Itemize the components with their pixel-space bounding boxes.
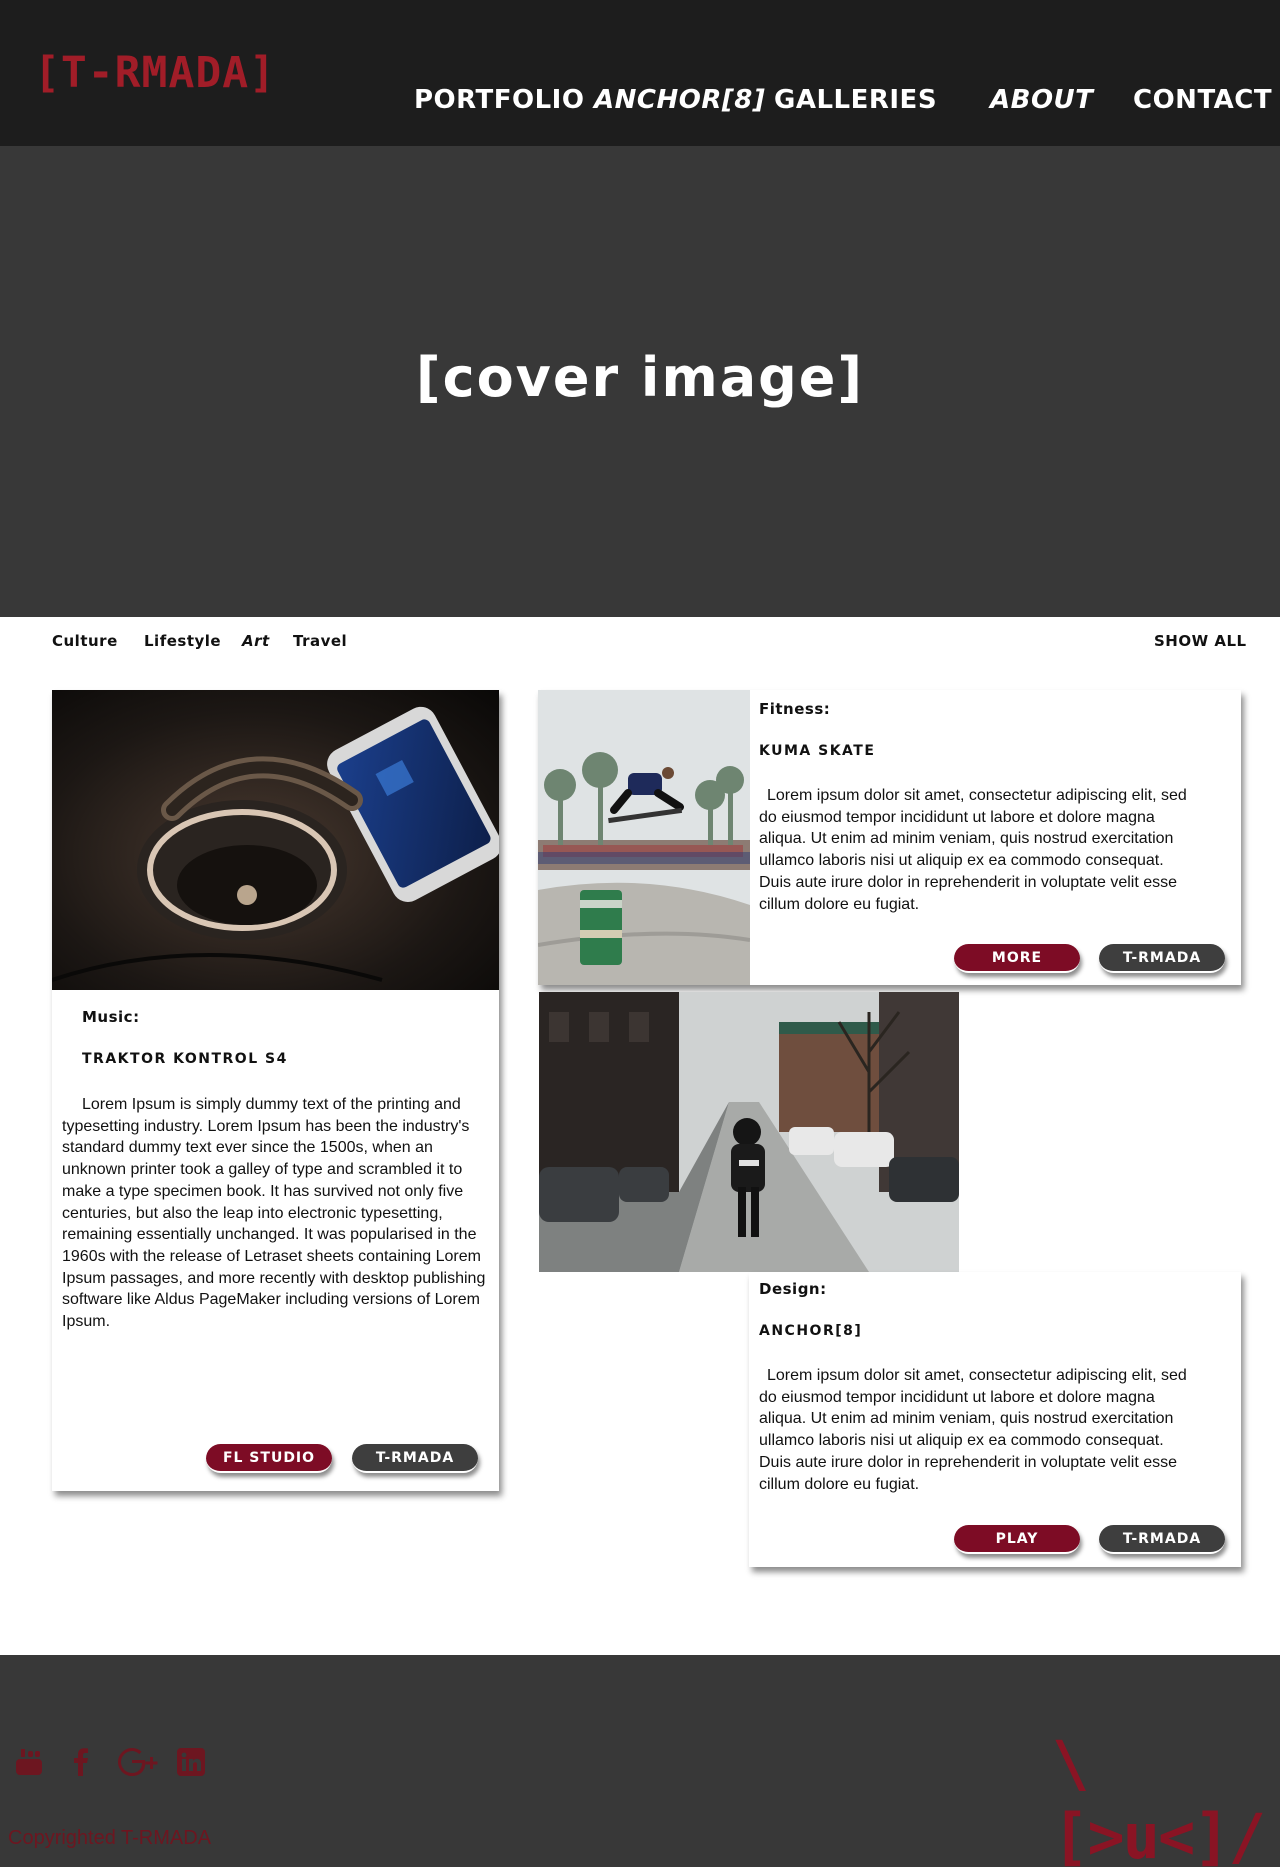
site-header: [T-RMADA] PORTFOLIO ANCHOR[8] GALLERIES … [0, 0, 1280, 146]
nav-contact[interactable]: CONTACT [1133, 82, 1272, 118]
post-title: KUMA SKATE [759, 743, 876, 759]
copyright-text: Copyrighted T-RMADA [8, 1827, 212, 1849]
filter-art[interactable]: Art [242, 632, 270, 650]
linkedin-icon[interactable] [176, 1747, 206, 1777]
skateboarder-photo[interactable] [538, 690, 750, 985]
post-card-design: Design: ANCHOR[8] Lorem ipsum dolor sit … [749, 1272, 1241, 1567]
post-card-music: Music: TRAKTOR KONTROL S4 Lorem Ipsum is… [52, 690, 499, 1491]
skateboarder-photo-graphic [538, 690, 750, 985]
footer-brand-mark[interactable]: \[>u<]/ [1052, 1727, 1280, 1867]
filter-show-all[interactable]: SHOW ALL [1154, 632, 1247, 650]
post-body: Lorem Ipsum is simply dummy text of the … [62, 1096, 486, 1331]
post-title: TRAKTOR KONTROL S4 [82, 1051, 288, 1067]
site-footer: \[>u<]/ Copyrighted T-RMADA [0, 1655, 1280, 1867]
filter-travel[interactable]: Travel [293, 632, 347, 650]
post-card-fitness: Fitness: KUMA SKATE Lorem ipsum dolor si… [538, 690, 1241, 985]
filter-culture[interactable]: Culture [52, 632, 118, 650]
nav-anchor[interactable]: ANCHOR[8] [594, 82, 765, 118]
headphones-photo-graphic [52, 690, 499, 990]
t-rmada-button[interactable]: T-RMADA [1099, 1525, 1225, 1554]
youtube-icon[interactable] [14, 1747, 44, 1777]
fl-studio-button[interactable]: FL STUDIO [206, 1444, 332, 1473]
post-category: Design: [759, 1280, 827, 1298]
more-button[interactable]: MORE [954, 944, 1080, 973]
post-category: Fitness: [759, 700, 831, 718]
post-category: Music: [82, 1008, 140, 1026]
nav-portfolio[interactable]: PORTFOLIO [414, 82, 584, 118]
street-photo[interactable] [539, 992, 959, 1272]
facebook-icon[interactable] [66, 1747, 96, 1777]
play-button[interactable]: PLAY [954, 1525, 1080, 1554]
t-rmada-button[interactable]: T-RMADA [352, 1444, 478, 1473]
t-rmada-button[interactable]: T-RMADA [1099, 944, 1225, 973]
street-photo-graphic [539, 992, 959, 1272]
post-title: ANCHOR[8] [759, 1323, 863, 1339]
nav-about[interactable]: ABOUT [990, 82, 1093, 118]
google-plus-icon[interactable] [118, 1747, 160, 1777]
post-body: Lorem ipsum dolor sit amet, consectetur … [759, 787, 1187, 913]
site-logo[interactable]: [T-RMADA] [34, 48, 276, 98]
cover-image: [cover image] [0, 146, 1280, 617]
nav-galleries[interactable]: GALLERIES [774, 82, 937, 118]
post-body: Lorem ipsum dolor sit amet, consectetur … [759, 1367, 1187, 1493]
cover-image-placeholder-text: [cover image] [415, 346, 865, 409]
headphones-photo[interactable] [52, 690, 499, 990]
filter-lifestyle[interactable]: Lifestyle [144, 632, 221, 650]
